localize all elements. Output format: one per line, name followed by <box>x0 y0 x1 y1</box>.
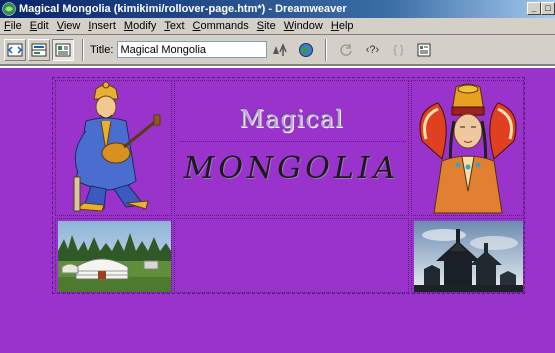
menu-label-rest: ite <box>264 20 276 32</box>
show-design-view-button[interactable] <box>52 38 74 61</box>
split-view-icon <box>31 43 47 56</box>
table-cell-yurt-photo[interactable] <box>55 218 172 293</box>
window-controls: _ □ <box>527 2 555 15</box>
menu-label-rest: ommands <box>200 20 249 32</box>
menu-access-key: M <box>123 20 134 32</box>
menu-access-key: H <box>330 20 339 32</box>
mongolian-woman-illustration <box>419 83 517 214</box>
menu-help[interactable]: Help <box>331 20 354 32</box>
file-management-icon <box>273 42 288 56</box>
design-view-icon <box>55 43 71 56</box>
menu-bar: File Edit View Insert Modify Text Commands Site… <box>0 18 555 35</box>
menu-access-key: F <box>4 20 11 32</box>
toolbar-separator <box>325 38 328 61</box>
mongolian-musician-illustration <box>73 81 161 212</box>
refresh-design-view-button[interactable] <box>336 40 356 60</box>
heading-magical: Magical <box>239 105 344 133</box>
refresh-icon <box>340 43 353 56</box>
layout-table[interactable]: Magical MONGOLIA <box>52 77 525 294</box>
document-toolbar: Title: ‹?› { } <box>0 35 555 66</box>
table-cell-musician[interactable] <box>55 80 172 216</box>
code-view-icon <box>7 43 23 56</box>
code-navigation-button[interactable]: ‹?› <box>362 40 382 60</box>
braces-button[interactable]: { } <box>388 40 408 60</box>
minimize-button[interactable]: _ <box>527 2 541 15</box>
menu-file[interactable]: File <box>4 20 22 32</box>
menu-label-rest: indow <box>294 20 323 32</box>
toolbar-separator <box>82 38 84 61</box>
show-code-and-design-button[interactable] <box>28 38 50 61</box>
page-title-input[interactable] <box>117 41 268 58</box>
show-code-view-button[interactable] <box>4 38 26 61</box>
table-cell-temple-photo[interactable] <box>411 218 524 293</box>
design-view-canvas[interactable]: Magical MONGOLIA <box>0 68 555 353</box>
menu-view[interactable]: View <box>57 20 81 32</box>
menu-access-key: V <box>56 20 64 32</box>
preview-in-browser-button[interactable] <box>296 40 316 60</box>
menu-site[interactable]: Site <box>257 20 276 32</box>
view-options-icon <box>417 43 431 56</box>
menu-label-rest: iew <box>63 20 81 32</box>
globe-icon <box>299 42 314 57</box>
menu-edit[interactable]: Edit <box>30 20 49 32</box>
menu-label-rest: elp <box>338 20 354 32</box>
temple-photo <box>414 221 523 292</box>
menu-insert[interactable]: Insert <box>88 20 116 32</box>
heading-mongolia: MONGOLIA <box>183 151 400 186</box>
menu-text[interactable]: Text <box>164 20 184 32</box>
menu-modify[interactable]: Modify <box>124 20 156 32</box>
table-cell-heading[interactable]: Magical MONGOLIA <box>174 80 409 216</box>
menu-commands[interactable]: Commands <box>193 20 249 32</box>
menu-label-rest: ext <box>169 20 185 32</box>
menu-window[interactable]: Window <box>284 20 323 32</box>
menu-label-rest: nsert <box>91 20 116 32</box>
dreamweaver-app-icon <box>2 2 16 16</box>
cell-divider <box>179 141 406 142</box>
window-title: Magical Mongolia (kimikimi/rollover-page… <box>19 3 347 15</box>
menu-access-key: W <box>283 20 295 32</box>
yurt-photo <box>58 221 171 292</box>
file-management-button[interactable] <box>270 40 290 60</box>
menu-label-rest: dit <box>37 20 49 32</box>
title-field-label: Title: <box>90 43 114 56</box>
maximize-button[interactable]: □ <box>541 2 555 15</box>
menu-access-key: E <box>29 20 38 32</box>
table-cell-empty[interactable] <box>174 218 409 293</box>
view-options-button[interactable] <box>414 40 434 60</box>
table-cell-woman[interactable] <box>411 80 524 216</box>
title-bar: Magical Mongolia (kimikimi/rollover-page… <box>0 0 555 18</box>
menu-label-rest: odify <box>133 20 157 32</box>
menu-access-key: S <box>256 20 265 32</box>
menu-label-rest: ile <box>10 20 22 32</box>
